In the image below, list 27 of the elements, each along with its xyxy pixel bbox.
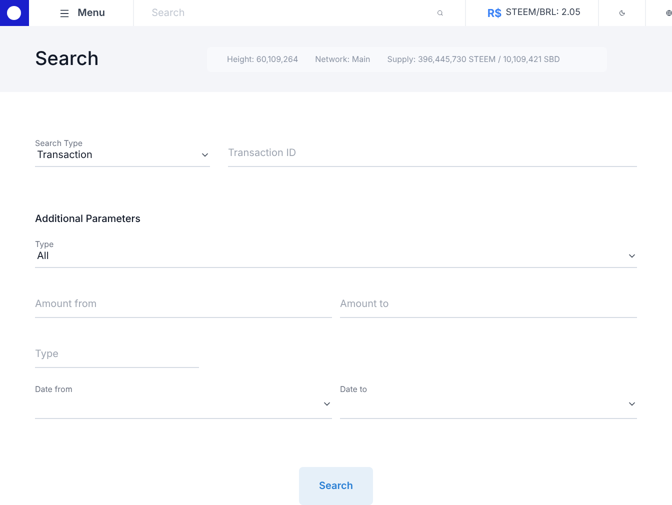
select-field[interactable]: Date to [340, 384, 637, 419]
menu-button[interactable]: Menu [58, 6, 106, 20]
section-title: Additional Parameters [35, 212, 142, 227]
menu-icon [58, 8, 70, 18]
stat-text: Supply: 396,445,730 STEEM / 10,109,421 SBD [387, 53, 560, 65]
input-field[interactable]: Amount from [35, 295, 332, 318]
field-label: Date to [340, 384, 368, 394]
select-field[interactable]: Date from [35, 384, 332, 419]
stat-text: Network: Main [315, 53, 370, 65]
globe-icon[interactable] [666, 7, 672, 19]
currency-symbol: R$ [487, 4, 502, 22]
select-value: All [36, 249, 49, 264]
field-label: Type [35, 239, 55, 249]
input-field[interactable]: Transaction ID [228, 144, 637, 167]
input-field[interactable]: Amount to [340, 295, 637, 318]
price-text: STEEM/BRL: 2.05 [506, 6, 580, 20]
search-field[interactable]: Search [152, 6, 307, 20]
field-label: Search Type [35, 138, 84, 148]
stat-text: Height: 60,109,264 [227, 53, 298, 65]
search-button[interactable]: Search [299, 467, 373, 505]
select-value: Transaction [36, 148, 92, 162]
select-field[interactable]: Search Type Transaction [35, 138, 210, 167]
input-field[interactable]: Type [35, 345, 199, 368]
field-label: Date from [35, 384, 74, 394]
page-title: Search [35, 46, 99, 72]
select-field[interactable]: Type All [35, 239, 637, 268]
logo-icon [7, 6, 22, 20]
